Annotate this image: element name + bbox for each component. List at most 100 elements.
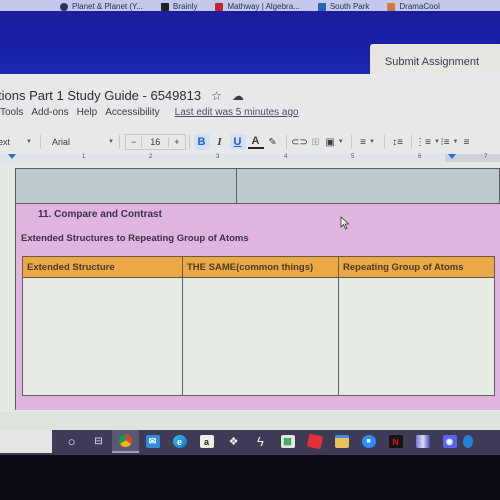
column-header-extended-structure[interactable]: Extended Structure [22, 256, 183, 278]
menu-addons[interactable]: Add-ons [31, 107, 68, 118]
toolbar-divider [188, 135, 190, 149]
bookmark-label: Planet & Planet (Y... [72, 2, 144, 11]
bookmark-label: South Park [329, 2, 370, 11]
line-spacing-icon[interactable]: ↕≡ [390, 133, 406, 151]
screen: Planet & Planet (Y... Brainly Mathway | … [0, 0, 500, 500]
right-indent-marker[interactable] [448, 154, 456, 159]
bulleted-list-icon[interactable]: ⁝≡ ▼ [439, 133, 461, 151]
menu-bar: Tools Add-ons Help Accessibility Last ed… [0, 107, 299, 118]
ruler-label: 7 [484, 154, 488, 160]
monitor-bezel [0, 455, 500, 500]
menu-help[interactable]: Help [77, 107, 98, 118]
table-row [22, 277, 495, 396]
bookmark-label: Brainly [173, 2, 198, 11]
ruler-label: 6 [418, 154, 422, 160]
font-select[interactable]: Arial ▼ [46, 133, 114, 151]
add-comment-icon[interactable]: ⊞ [308, 133, 324, 151]
underline-button[interactable]: U [229, 134, 246, 150]
insert-link-icon[interactable]: ⊂⊃ [291, 133, 308, 151]
menu-accessibility[interactable]: Accessibility [105, 107, 159, 118]
ruler-label: 1 [82, 154, 86, 160]
bookmark-planet[interactable]: Planet & Planet (Y... [60, 2, 143, 11]
mathway-icon [215, 2, 224, 11]
app-icon[interactable] [409, 430, 436, 453]
bookmark-brainly[interactable]: Brainly [161, 2, 197, 11]
toolbar-divider [350, 135, 352, 149]
question-subtitle[interactable]: Extended Structures to Repeating Group o… [21, 233, 249, 244]
highlight-pen-icon[interactable]: ✎ [265, 133, 281, 151]
table-cell-repeating-group[interactable] [338, 277, 495, 396]
toolbar-divider [39, 135, 41, 149]
roblox-icon[interactable] [301, 430, 328, 453]
chevron-down-icon: ▼ [108, 139, 114, 145]
ruler-label: 5 [351, 154, 355, 160]
font-size-increase-button[interactable]: + [169, 137, 184, 147]
brainly-icon [161, 2, 170, 11]
left-indent-marker[interactable] [8, 154, 16, 159]
cloud-status-icon[interactable]: ☁ [232, 90, 244, 102]
ruler-label: 2 [149, 154, 153, 160]
formatting-toolbar: ext ▼ Arial ▼ − 16 + B I U A ✎ ⊂⊃ ⊞ ▣▼ [0, 131, 500, 153]
taskbar-search-box[interactable] [0, 430, 52, 453]
font-size-input[interactable]: 16 [141, 137, 170, 147]
amazon-icon[interactable]: a [193, 430, 220, 453]
lightning-icon[interactable]: ϟ [247, 430, 274, 453]
chevron-down-icon: ▼ [26, 139, 32, 145]
taskbar: ○ ⊟ ✉ e a ❖ ϟ ▦ ■ N ◉ [0, 430, 500, 455]
style-select[interactable]: ext ▼ [0, 133, 32, 151]
bookmark-label: DramaCool [399, 2, 440, 11]
table-cell-the-same[interactable] [182, 277, 339, 396]
align-icon[interactable]: ≡ ▼ [357, 133, 379, 151]
checklist-icon[interactable]: ⋮≡ ▼ [415, 133, 440, 151]
toolbar-divider [285, 135, 287, 149]
discord-icon[interactable]: ◉ [436, 430, 463, 453]
toolbar-divider [410, 135, 412, 149]
italic-button[interactable]: I [212, 134, 228, 150]
bold-button[interactable]: B [193, 134, 210, 150]
planet-icon [60, 2, 68, 11]
chrome-icon[interactable] [112, 430, 139, 453]
menu-tools[interactable]: Tools [0, 107, 23, 118]
netflix-icon[interactable]: N [382, 430, 409, 453]
edge-beta-icon[interactable] [463, 430, 477, 453]
table-cell-extended-structure[interactable] [22, 277, 183, 396]
numbered-list-icon[interactable]: ≡ [461, 133, 473, 151]
font-value: Arial [51, 137, 70, 147]
ruler-label: 4 [284, 154, 288, 160]
text-color-button[interactable]: A [247, 135, 264, 149]
dropbox-icon[interactable]: ❖ [220, 430, 247, 453]
bookmark-southpark[interactable]: South Park [317, 2, 370, 11]
table-header-row: Extended Structure THE SAME(common thing… [22, 256, 495, 278]
cortana-icon[interactable]: ○ [58, 430, 85, 453]
bookmark-mathway[interactable]: Mathway | Algebra... [215, 2, 300, 11]
column-header-the-same[interactable]: THE SAME(common things) [182, 256, 339, 278]
ruler[interactable]: 1 2 3 4 5 6 7 [0, 154, 500, 162]
bookmark-label: Mathway | Algebra... [227, 2, 300, 11]
bookmarks-bar: Planet & Planet (Y... Brainly Mathway | … [0, 0, 500, 11]
compare-contrast-table: Extended Structure THE SAME(common thing… [22, 256, 495, 396]
doc-title[interactable]: tions Part 1 Study Guide - 6549813 [0, 88, 201, 103]
assignment-header: Submit Assignment [0, 11, 500, 79]
docs-chrome: tions Part 1 Study Guide - 6549813 ☆ ☁ T… [0, 74, 500, 160]
style-value: ext [0, 137, 11, 147]
star-icon[interactable]: ☆ [211, 90, 222, 102]
bookmark-dramacool[interactable]: DramaCool [387, 2, 440, 11]
document-canvas[interactable]: 11. Compare and Contrast Extended Struct… [0, 162, 500, 412]
font-size-decrease-button[interactable]: − [126, 137, 141, 147]
question-title[interactable]: 11. Compare and Contrast [38, 209, 162, 220]
last-edit-link[interactable]: Last edit was 5 minutes ago [175, 107, 299, 118]
edge-icon[interactable]: e [166, 430, 193, 453]
file-explorer-icon[interactable] [328, 430, 355, 453]
table-cell[interactable] [16, 169, 237, 203]
insert-image-icon[interactable]: ▣ ▼ [324, 133, 346, 151]
column-header-repeating-group[interactable]: Repeating Group of Atoms [338, 256, 495, 278]
table-cell[interactable] [237, 169, 499, 203]
ruler-label: 3 [216, 154, 220, 160]
zoom-icon[interactable]: ■ [355, 430, 382, 453]
mail-icon[interactable]: ✉ [139, 430, 166, 453]
task-view-icon[interactable]: ⊟ [85, 430, 112, 453]
font-size-stepper: − 16 + [124, 134, 186, 150]
question-block: 11. Compare and Contrast Extended Struct… [15, 204, 500, 410]
store-icon[interactable]: ▦ [274, 430, 301, 453]
toolbar-divider [383, 135, 385, 149]
